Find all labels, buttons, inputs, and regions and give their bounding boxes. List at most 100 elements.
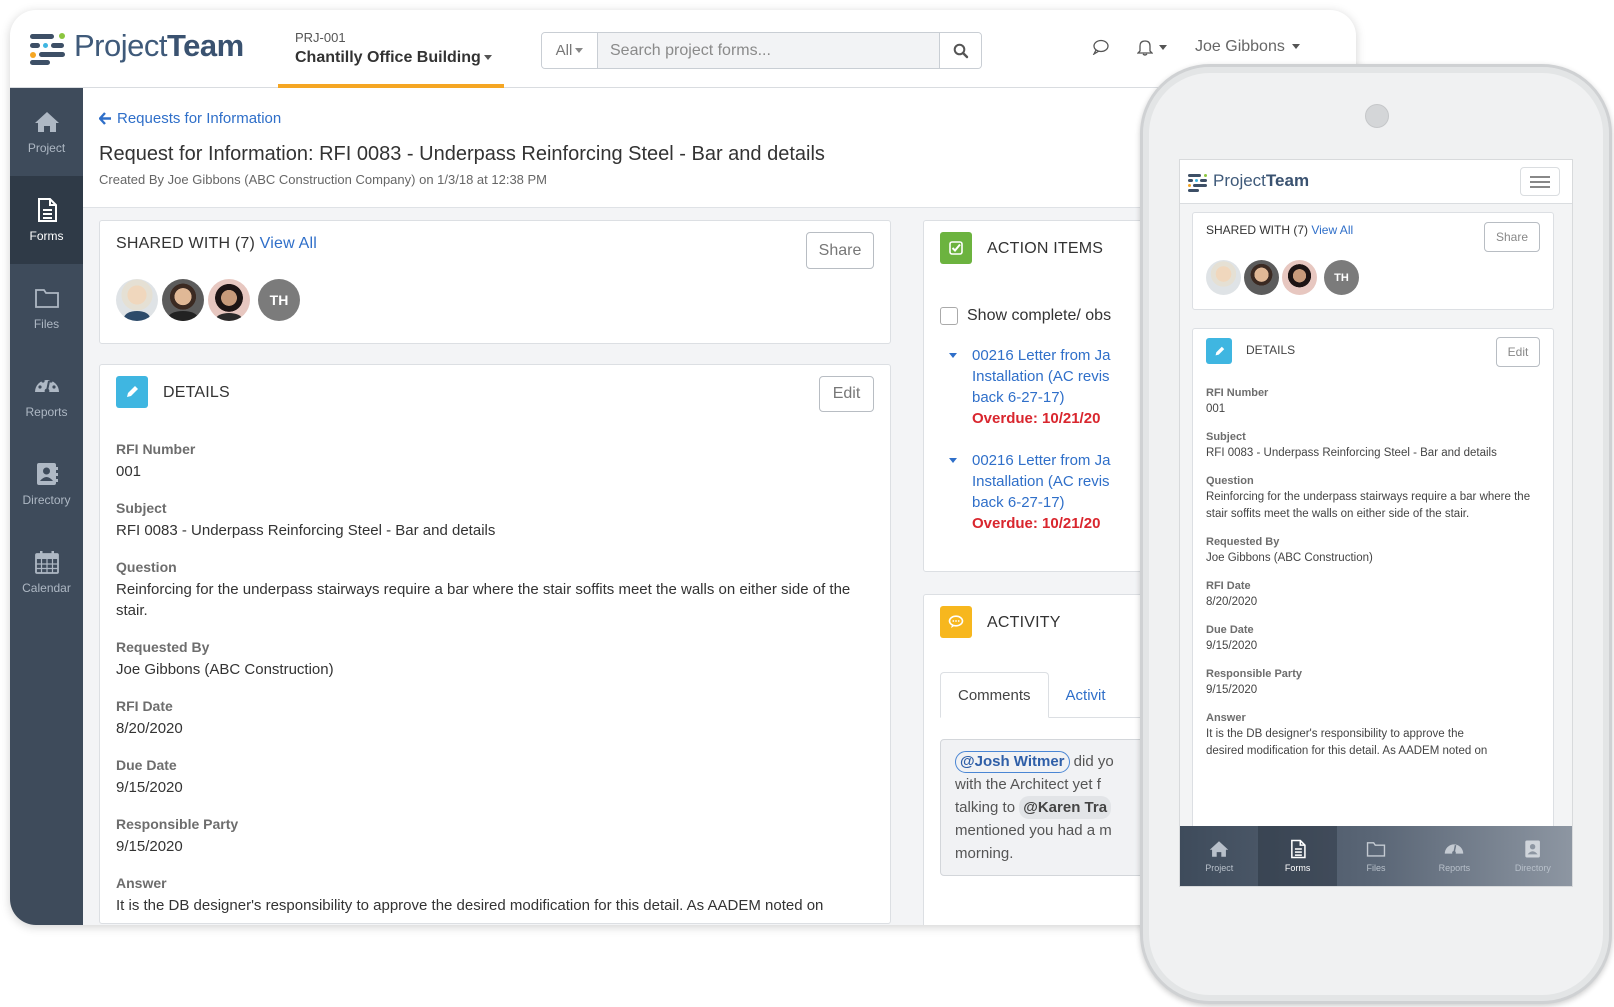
home-icon (1209, 841, 1229, 857)
field-label: Requested By (116, 639, 210, 655)
field-label: Answer (1206, 712, 1246, 724)
checkbox[interactable] (940, 307, 958, 325)
shared-with-heading: SHARED WITH (7) View All (1206, 223, 1353, 237)
chevron-down-icon (1159, 44, 1167, 50)
field-responsible-party: Responsible Party 9/15/2020 (116, 816, 876, 857)
field-value: Joe Gibbons (ABC Construction) (116, 661, 334, 678)
show-complete-label: Show complete/ obs (967, 307, 1112, 324)
view-all-link[interactable]: View All (260, 235, 317, 252)
avatar-initials[interactable]: TH (1324, 260, 1359, 295)
sidebar-item-label: Reports (25, 405, 68, 419)
top-icons: Joe Gibbons (1092, 38, 1300, 56)
avatar[interactable] (1244, 260, 1279, 295)
field-rfi-number: RFI Number 001 (1206, 387, 1546, 418)
user-menu[interactable]: Joe Gibbons (1195, 38, 1300, 56)
activity-tabs: Comments Activit (940, 672, 1123, 718)
action-items-title: ACTION ITEMS (987, 240, 1104, 257)
sidebar-item-calendar[interactable]: Calendar (10, 528, 83, 616)
notifications-button[interactable] (1137, 38, 1167, 56)
avatar-initials[interactable]: TH (258, 279, 300, 321)
shared-avatars: TH (116, 279, 300, 321)
project-switcher[interactable]: PRJ-001 Chantilly Office Building (278, 10, 504, 88)
field-value: RFI 0083 - Underpass Reinforcing Steel -… (116, 522, 496, 539)
sidebar-item-directory[interactable]: Directory (10, 440, 83, 528)
share-button[interactable]: Share (1484, 222, 1540, 252)
chevron-down-icon (575, 48, 584, 53)
mobile-tab-directory[interactable]: Directory (1494, 826, 1572, 886)
field-label: Requested By (1206, 536, 1280, 548)
sidebar-item-label: Directory (22, 493, 71, 507)
comment-text: did yo (1069, 753, 1114, 770)
field-subject: Subject RFI 0083 - Underpass Reinforcing … (116, 500, 876, 541)
details-fields: RFI Number 001 Subject RFI 0083 - Underpas… (1206, 387, 1546, 773)
sidebar-item-label: Project (27, 141, 66, 155)
search-button[interactable] (939, 33, 981, 68)
app-logo[interactable]: ProjectTeam (30, 28, 244, 65)
field-question: Question Reinforcing for the underpass st… (116, 559, 876, 621)
chevron-down-icon (483, 55, 492, 61)
search-scope-dropdown[interactable]: All (542, 33, 598, 68)
field-rfi-date: RFI Date 8/20/2020 (116, 698, 876, 739)
avatar[interactable] (1206, 260, 1241, 295)
avatar[interactable] (116, 279, 158, 321)
field-value: It is the DB designer's responsibility t… (1206, 728, 1464, 740)
sidebar-item-forms[interactable]: Forms (10, 176, 83, 264)
top-navbar: ProjectTeam PRJ-001 Chantilly Office Bui… (10, 10, 1356, 88)
field-value: 9/15/2020 (116, 779, 183, 796)
field-requested-by: Requested By Joe Gibbons (ABC Constructio… (116, 639, 876, 680)
mobile-app-logo[interactable]: ProjectTeam (1188, 171, 1310, 192)
mobile-shared-with-card: SHARED WITH (7) View All Share TH (1192, 212, 1554, 310)
view-all-link[interactable]: View All (1311, 223, 1353, 237)
field-value: desired modification for this detail. As… (1206, 745, 1488, 757)
share-button[interactable]: Share (806, 232, 874, 269)
mobile-tab-project[interactable]: Project (1180, 826, 1258, 886)
field-subject: Subject RFI 0083 - Underpass Reinforcing … (1206, 431, 1546, 462)
avatar[interactable] (208, 279, 250, 321)
chat-bubble-icon[interactable] (1092, 39, 1109, 55)
field-value: 9/15/2020 (1206, 684, 1258, 696)
project-name: Chantilly Office Building (295, 49, 504, 67)
avatar[interactable] (1282, 260, 1317, 295)
logo-text: ProjectTeam (1213, 171, 1310, 190)
dashboard-icon (34, 379, 59, 394)
sidebar-item-project[interactable]: Project (10, 88, 83, 176)
mention-tag[interactable]: @Karen Tra (1019, 796, 1112, 819)
mention-tag[interactable]: @Josh Witmer (955, 751, 1070, 773)
folder-icon (1366, 842, 1386, 857)
avatar[interactable] (162, 279, 204, 321)
field-label: RFI Date (116, 698, 173, 714)
field-answer: Answer It is the DB designer's responsibi… (116, 875, 876, 916)
logo-text: ProjectTeam (74, 28, 244, 63)
dashboard-icon (1445, 844, 1464, 855)
sidebar-item-files[interactable]: Files (10, 264, 83, 352)
sidebar-item-reports[interactable]: Reports (10, 352, 83, 440)
sidebar-nav: Project Forms Files Reports Directory Ca… (10, 88, 83, 925)
shared-with-label: SHARED WITH (7) (116, 235, 255, 252)
activity-title: ACTIVITY (987, 614, 1061, 631)
show-complete-toggle[interactable]: Show complete/ obs (940, 307, 1111, 325)
tab-activity[interactable]: Activit (1049, 672, 1123, 718)
mobile-tab-files[interactable]: Files (1337, 826, 1415, 886)
caret-down-icon (949, 458, 957, 463)
field-label: Responsible Party (116, 816, 239, 832)
camera-icon (1365, 104, 1389, 128)
home-icon (34, 112, 59, 132)
field-value: 9/15/2020 (1206, 640, 1258, 652)
shared-with-heading: SHARED WITH (7) View All (116, 235, 317, 253)
search-bar: All (541, 32, 982, 69)
edit-button[interactable]: Edit (819, 376, 874, 412)
edit-button[interactable]: Edit (1496, 337, 1540, 367)
field-label: Due Date (1206, 624, 1254, 636)
field-value: 001 (1206, 403, 1226, 415)
tab-comments[interactable]: Comments (940, 672, 1049, 718)
document-icon (37, 198, 57, 222)
pencil-icon (116, 376, 148, 408)
mobile-tab-forms[interactable]: Forms (1258, 826, 1337, 886)
tab-label: Directory (1514, 863, 1551, 873)
speech-bubble-icon (940, 606, 972, 638)
details-title: DETAILS (163, 384, 230, 401)
sidebar-item-label: Forms (29, 229, 64, 243)
search-input[interactable] (598, 33, 939, 68)
menu-button[interactable] (1520, 167, 1560, 196)
mobile-tab-reports[interactable]: Reports (1415, 826, 1493, 886)
